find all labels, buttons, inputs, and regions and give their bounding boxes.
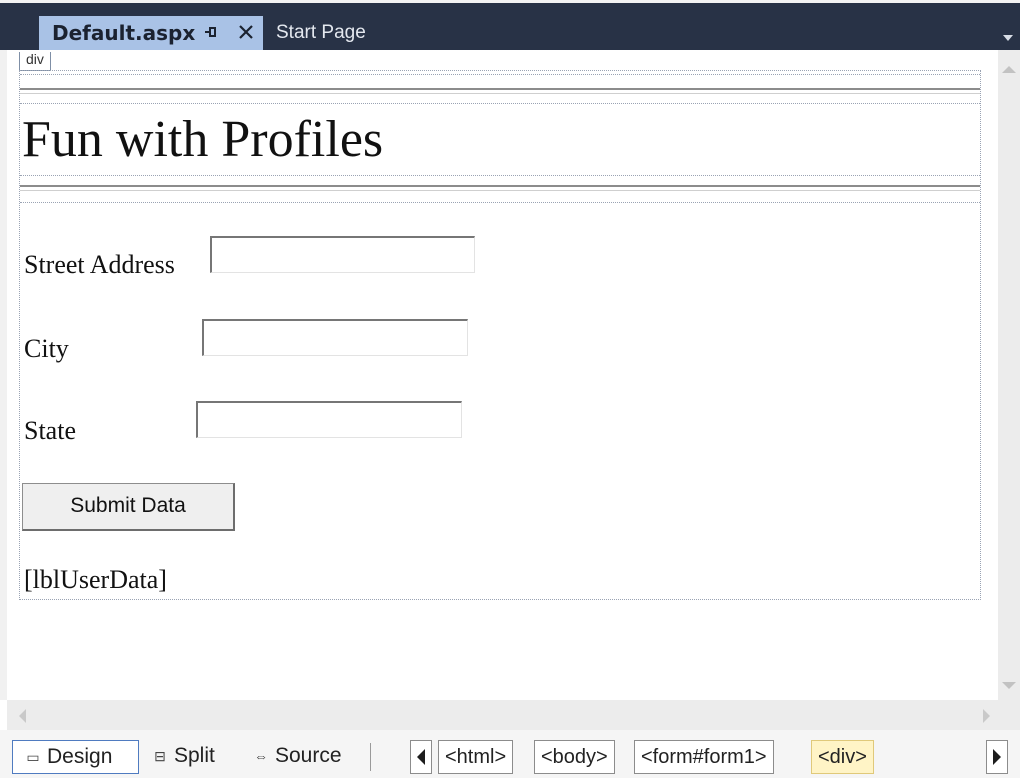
city-input[interactable] — [202, 319, 468, 356]
source-view-icon: ⇔ — [254, 748, 268, 764]
tab-label: Default.aspx — [52, 21, 196, 45]
horizontal-rule — [20, 175, 980, 203]
split-view-button[interactable]: ⊟ Split — [152, 740, 215, 774]
scrollbar-corner — [998, 700, 1020, 730]
source-view-label: Source — [275, 744, 342, 767]
state-input[interactable] — [196, 401, 462, 438]
street-address-input[interactable] — [210, 236, 475, 273]
source-view-button[interactable]: ⇔ Source — [253, 740, 342, 774]
divider — [370, 743, 371, 771]
breadcrumb-prev-button[interactable] — [410, 740, 432, 774]
div-tag-label[interactable]: div — [19, 52, 51, 71]
submit-data-button[interactable]: Submit Data — [22, 483, 235, 531]
city-label: City — [24, 334, 69, 363]
page-title: Fun with Profiles — [22, 111, 384, 168]
breadcrumb-form[interactable]: <form#form1> — [634, 740, 774, 774]
tab-dropdown-icon[interactable] — [1002, 33, 1014, 43]
scroll-left-icon[interactable] — [19, 709, 26, 723]
close-icon[interactable] — [236, 22, 256, 42]
arrow-right-icon — [993, 749, 1001, 765]
document-tab-bar: Default.aspx Start Page — [0, 0, 1020, 50]
pin-icon[interactable] — [203, 24, 219, 40]
design-view-button[interactable]: ▭ Design — [12, 740, 139, 774]
split-view-icon: ⊟ — [154, 748, 166, 764]
horizontal-scrollbar[interactable] — [7, 700, 998, 730]
scroll-right-icon[interactable] — [983, 709, 990, 723]
scroll-down-icon[interactable] — [1002, 682, 1016, 689]
tab-default-aspx[interactable]: Default.aspx — [39, 16, 263, 50]
split-view-label: Split — [174, 744, 215, 767]
tab-start-page[interactable]: Start Page — [272, 16, 366, 50]
user-data-label: [lblUserData] — [24, 565, 167, 594]
arrow-left-icon — [417, 749, 425, 765]
breadcrumb-html[interactable]: <html> — [438, 740, 514, 774]
breadcrumb-div[interactable]: <div> — [811, 740, 874, 774]
street-address-label: Street Address — [24, 250, 175, 279]
view-bar: ▭ Design ⊟ Split ⇔ Source <html> <body> <fo… — [0, 730, 1020, 778]
breadcrumb-next-button[interactable] — [986, 740, 1008, 774]
vertical-scrollbar[interactable] — [998, 50, 1020, 700]
scroll-up-icon[interactable] — [1002, 66, 1016, 73]
breadcrumb-body[interactable]: <body> — [534, 740, 615, 774]
design-view-icon: ▭ — [26, 749, 40, 765]
state-label: State — [24, 416, 76, 445]
horizontal-rule — [20, 74, 980, 104]
tab-label: Start Page — [276, 22, 366, 43]
design-view-label: Design — [47, 745, 113, 768]
